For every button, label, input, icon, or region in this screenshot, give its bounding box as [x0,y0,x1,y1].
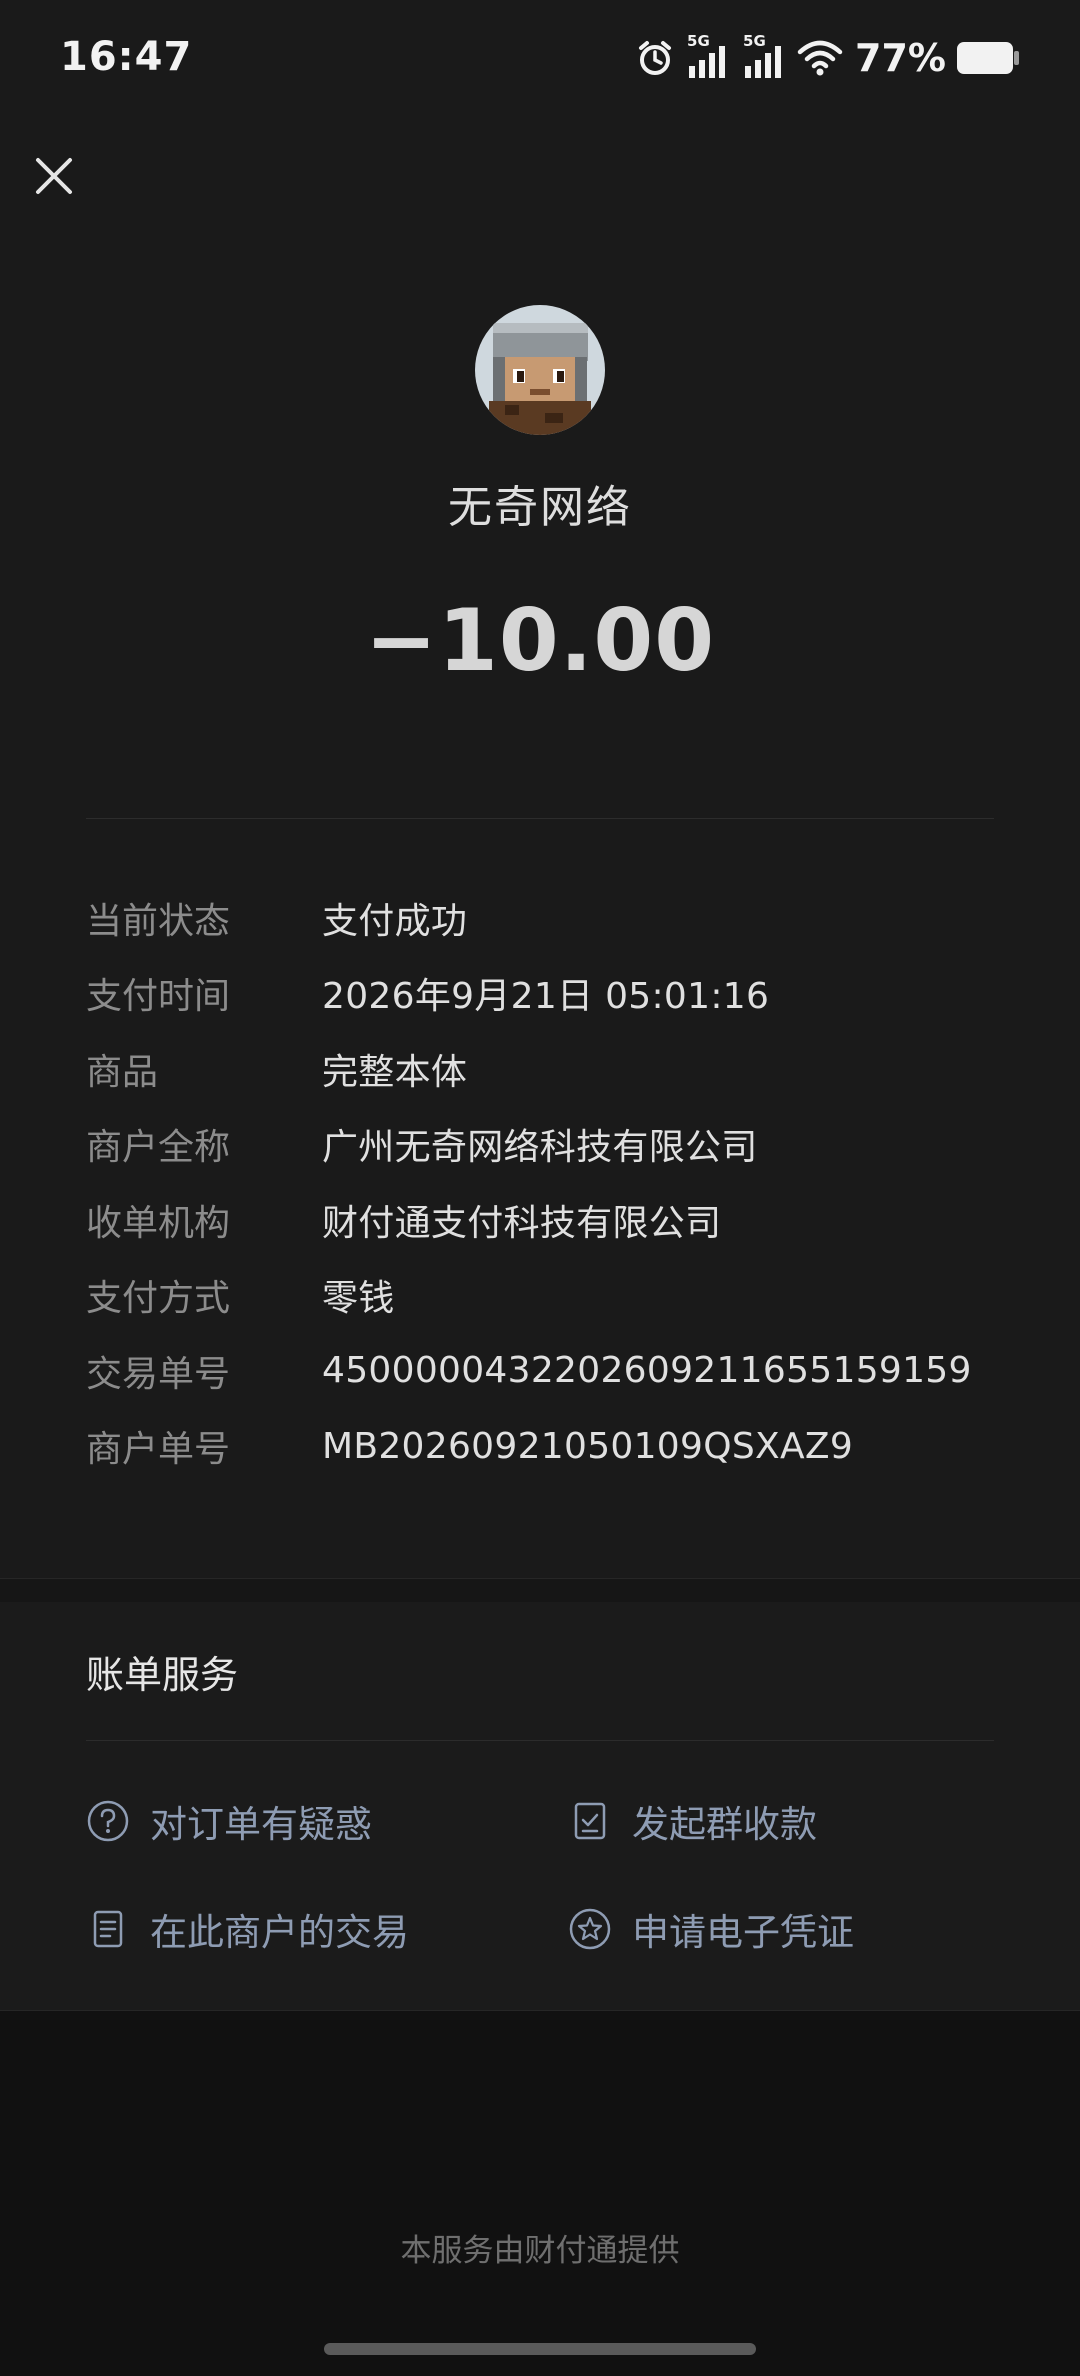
detail-row-product: 商品 完整本体 [86,1031,996,1107]
status-bar: 16:47 5G 5G 77% [0,0,1080,118]
action-label: 发起群收款 [632,1803,817,1846]
document-check-icon [574,1802,606,1840]
detail-label: 当前状态 [86,900,231,942]
question-icon [87,1800,129,1842]
footer-provider-text: 本服务由财付通提供 [400,2233,680,2269]
transaction-header: 无奇网络 −10.00 [0,305,1080,691]
close-icon [36,158,72,194]
detail-label: 商品 [86,1051,159,1093]
footer-area: 本服务由财付通提供 [0,2011,1080,2376]
detail-row-acquirer: 收单机构 财付通支付科技有限公司 [86,1182,996,1258]
merchant-avatar [475,305,605,435]
home-indicator[interactable] [324,2343,756,2355]
transaction-details: 当前状态 支付成功 支付时间 2026年9月21日 05:01:16 商品 完整… [86,880,996,1484]
detail-row-status: 当前状态 支付成功 [86,880,996,956]
detail-label: 支付时间 [86,976,231,1018]
detail-value[interactable]: MB20260921050109QSXAZ9 [322,1426,853,1467]
alarm-icon [635,38,675,78]
signal-5g-label: 5G [743,32,766,50]
merchant-transactions-button[interactable]: 在此商户的交易 [86,1902,409,1956]
e-voucher-button[interactable]: 申请电子凭证 [568,1902,854,1956]
detail-label: 商户全称 [86,1127,231,1169]
signal-5g-icon: 5G [741,32,787,80]
detail-row-payment-time: 支付时间 2026年9月21日 05:01:16 [86,956,996,1032]
detail-row-merchant-full-name: 商户全称 广州无奇网络科技有限公司 [86,1107,996,1183]
detail-label: 交易单号 [86,1353,231,1395]
close-button[interactable] [28,150,80,202]
divider [86,818,994,819]
divider [86,1740,994,1741]
section-separator [0,1578,1080,1604]
merchant-name: 无奇网络 [448,482,632,533]
action-label: 申请电子凭证 [632,1911,854,1954]
receipt-icon [93,1910,123,1948]
wifi-icon [797,38,843,78]
detail-value: 2026年9月21日 05:01:16 [322,976,770,1018]
detail-value: 完整本体 [322,1051,468,1093]
status-time: 16:47 [60,34,193,80]
action-label: 在此商户的交易 [150,1911,409,1954]
detail-row-transaction-id: 交易单号 4500000432202609211655159159 [86,1333,996,1409]
order-question-button[interactable]: 对订单有疑惑 [86,1794,372,1848]
group-collection-button[interactable]: 发起群收款 [568,1794,817,1848]
battery-percent: 77% [855,36,946,80]
transaction-amount: −10.00 [364,591,716,691]
action-label: 对订单有疑惑 [150,1803,372,1846]
status-icons: 5G 5G 77% [635,32,1020,82]
detail-row-merchant-order-id: 商户单号 MB20260921050109QSXAZ9 [86,1409,996,1485]
signal-5g-icon: 5G [685,32,731,80]
detail-label: 商户单号 [86,1429,231,1471]
detail-value: 支付成功 [322,900,468,942]
detail-value: 零钱 [322,1278,395,1320]
battery-icon [956,40,1020,76]
bill-service-section: 账单服务 对订单有疑惑 发起群收款 在此商户的交易 申请电子凭证 [0,1602,1080,2011]
bill-service-title: 账单服务 [86,1653,239,1697]
star-badge-icon [569,1908,611,1950]
detail-value: 广州无奇网络科技有限公司 [322,1127,758,1169]
detail-label: 支付方式 [86,1278,231,1320]
detail-row-payment-method: 支付方式 零钱 [86,1258,996,1334]
detail-value[interactable]: 4500000432202609211655159159 [322,1350,972,1391]
detail-value: 财付通支付科技有限公司 [322,1202,722,1244]
signal-5g-label: 5G [687,32,710,50]
detail-label: 收单机构 [86,1202,231,1244]
